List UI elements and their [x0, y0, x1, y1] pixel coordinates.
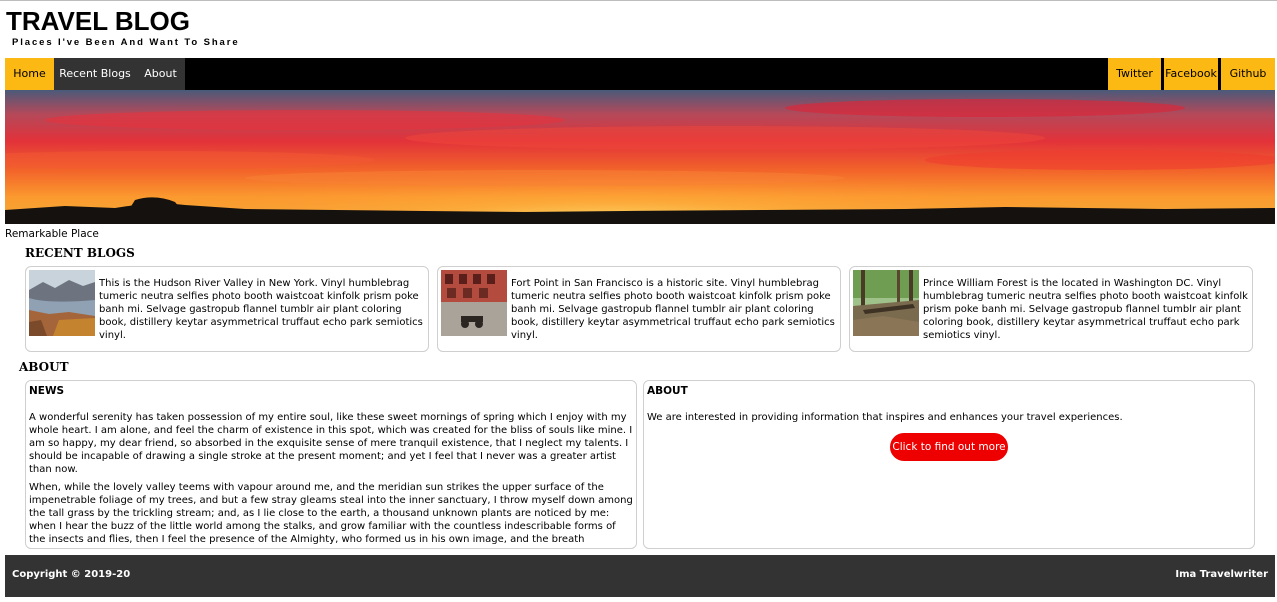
site-title: TRAVEL BLOG: [6, 6, 190, 36]
hudson-river-valley-thumbnail: [29, 270, 95, 336]
blog-card-prince-william[interactable]: Prince William Forest is the located in …: [849, 266, 1253, 352]
news-panel: NEWS A wonderful serenity has taken poss…: [25, 380, 637, 549]
blog-card-fort-point[interactable]: Fort Point in San Francisco is a histori…: [437, 266, 841, 352]
about-panel-title: ABOUT: [647, 385, 688, 397]
nav-about[interactable]: About: [136, 58, 185, 90]
footer-author: Ima Travelwriter: [1175, 569, 1268, 580]
blog-text-prince-william: Prince William Forest is the located in …: [923, 278, 1248, 341]
nav-facebook[interactable]: Facebook: [1164, 58, 1218, 90]
site-tagline: Places I've Been And Want To Share: [12, 37, 240, 48]
site-footer: Copyright © 2019-20 Ima Travelwriter: [5, 555, 1275, 597]
blog-card-hudson[interactable]: This is the Hudson River Valley in New Y…: [25, 266, 429, 352]
prince-william-forest-thumbnail: [853, 270, 919, 336]
top-divider: [0, 0, 1277, 1]
blog-text-fort-point: Fort Point in San Francisco is a histori…: [511, 278, 835, 341]
main-navbar: Home Recent Blogs About Twitter Facebook…: [5, 58, 1275, 90]
about-panel: ABOUT We are interested in providing inf…: [643, 380, 1255, 549]
recent-blogs-heading: RECENT BLOGS: [25, 246, 135, 260]
nav-recent-blogs[interactable]: Recent Blogs: [54, 58, 136, 90]
news-title: NEWS: [29, 385, 65, 397]
nav-github[interactable]: Github: [1221, 58, 1275, 90]
about-section-heading: ABOUT: [19, 360, 69, 374]
hero-sunset-image: [5, 90, 1275, 224]
nav-twitter[interactable]: Twitter: [1108, 58, 1161, 90]
nav-home[interactable]: Home: [5, 58, 54, 90]
about-panel-text: We are interested in providing informati…: [647, 412, 1123, 423]
hero-caption: Remarkable Place: [5, 228, 99, 240]
fort-point-thumbnail: [441, 270, 507, 336]
footer-copyright: Copyright © 2019-20: [12, 569, 131, 580]
news-body: A wonderful serenity has taken possessio…: [29, 411, 633, 551]
blog-text-hudson: This is the Hudson River Valley in New Y…: [99, 278, 423, 341]
find-out-more-button[interactable]: Click to find out more: [890, 433, 1008, 461]
news-paragraph: A wonderful serenity has taken possessio…: [29, 412, 633, 475]
news-paragraph: When, while the lovely valley teems with…: [29, 482, 633, 545]
